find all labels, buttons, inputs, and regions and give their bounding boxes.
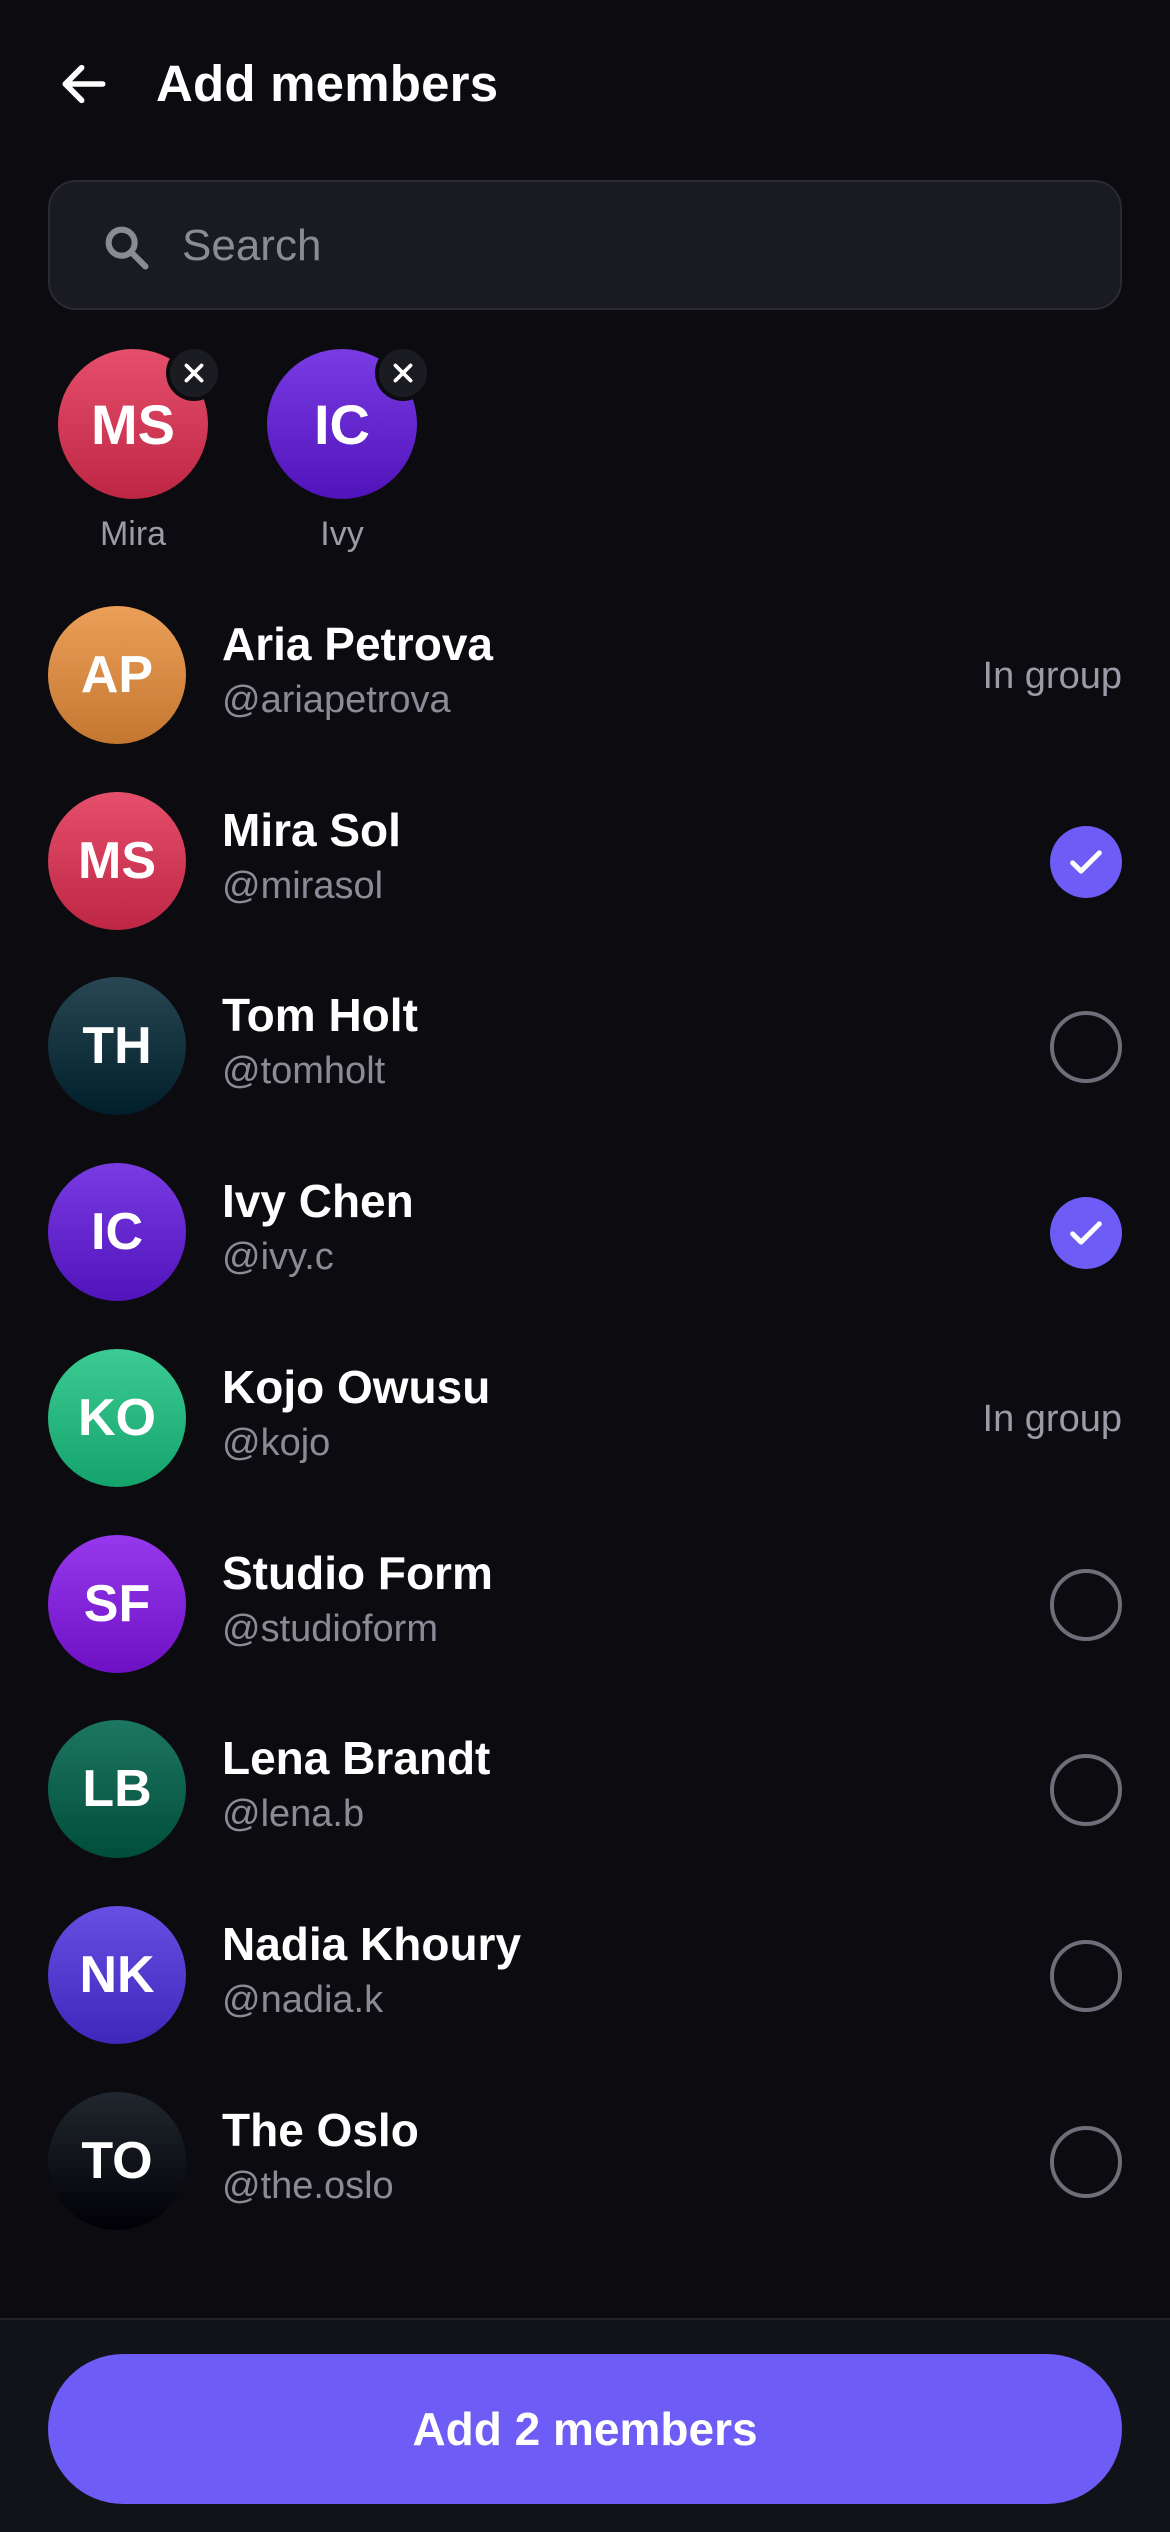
member-handle: @lena.b xyxy=(222,1793,365,1836)
remove-chip-button[interactable] xyxy=(375,345,431,401)
member-name: Mira Sol xyxy=(222,803,401,856)
avatar: KO xyxy=(48,1348,186,1487)
app-header: Add members xyxy=(0,0,1170,170)
selection-checkbox[interactable] xyxy=(1050,1011,1122,1084)
selected-chip[interactable]: IC Ivy xyxy=(257,345,431,560)
member-name: Lena Brandt xyxy=(222,1732,491,1785)
member-handle: @ariapetrova xyxy=(222,679,451,721)
member-row[interactable]: TH Tom Holt @tomholt xyxy=(0,977,1170,1163)
member-name: Studio Form xyxy=(222,1546,493,1599)
selection-checkbox[interactable] xyxy=(1050,825,1122,898)
member-name: The Oslo xyxy=(222,2103,419,2156)
member-row[interactable]: IC Ivy Chen @ivy.c xyxy=(0,1163,1170,1349)
member-row[interactable]: MS Mira Sol @mirasol xyxy=(0,791,1170,978)
member-handle: @kojo xyxy=(222,1421,331,1464)
selection-checkbox[interactable] xyxy=(1050,1197,1122,1270)
member-row[interactable]: KO Kojo Owusu @kojo In group xyxy=(0,1348,1170,1535)
member-name: Kojo Owusu xyxy=(222,1360,491,1413)
avatar: TH xyxy=(48,977,186,1116)
selection-checkbox[interactable] xyxy=(1050,2125,1122,2198)
member-handle: @tomholt xyxy=(222,1050,386,1093)
page-title: Add members xyxy=(156,55,499,112)
member-row[interactable]: AP Aria Petrova @ariapetrova In group xyxy=(0,606,1170,792)
avatar: TO xyxy=(48,2091,186,2230)
avatar: SF xyxy=(48,1534,186,1673)
avatar: IC xyxy=(48,1163,186,1302)
member-handle: @nadia.k xyxy=(222,1978,384,2021)
search-bar[interactable] xyxy=(48,180,1122,310)
close-icon xyxy=(393,363,413,383)
in-group-label: In group xyxy=(982,655,1122,697)
member-handle: @studioform xyxy=(222,1607,438,1650)
chip-name: Mira xyxy=(99,515,167,553)
back-button[interactable] xyxy=(48,48,120,120)
selected-chip[interactable]: MS Mira xyxy=(48,345,222,560)
arrow-left-icon xyxy=(62,64,106,104)
selection-checkbox[interactable] xyxy=(1050,1939,1122,2012)
add-members-button[interactable]: Add 2 members xyxy=(48,2354,1122,2504)
member-name: Ivy Chen xyxy=(222,1175,414,1228)
member-name: Nadia Khoury xyxy=(222,1917,522,1970)
in-group-label: In group xyxy=(982,1397,1122,1440)
search-icon xyxy=(105,226,149,270)
remove-chip-button[interactable] xyxy=(166,345,222,401)
avatar: LB xyxy=(48,1720,186,1859)
member-row[interactable]: TO The Oslo @the.oslo xyxy=(0,2091,1170,2278)
close-icon xyxy=(184,363,204,383)
member-row[interactable]: SF Studio Form @studioform xyxy=(0,1534,1170,1721)
search-input[interactable] xyxy=(182,204,1082,288)
member-name: Tom Holt xyxy=(222,989,418,1042)
member-name: Aria Petrova xyxy=(222,618,494,670)
selected-members: MS Mira IC Ivy xyxy=(0,345,1170,560)
member-handle: @ivy.c xyxy=(222,1236,334,1279)
member-row[interactable]: NK Nadia Khoury @nadia.k xyxy=(0,1905,1170,2092)
avatar: AP xyxy=(48,606,186,744)
avatar: NK xyxy=(48,1905,186,2044)
selection-checkbox[interactable] xyxy=(1050,1754,1122,1827)
footer-bar: Add 2 members xyxy=(0,2318,1170,2532)
chip-name: Ivy xyxy=(320,515,364,553)
checkmark-icon xyxy=(1070,1221,1102,1245)
member-handle: @mirasol xyxy=(222,864,384,907)
selection-checkbox[interactable] xyxy=(1050,1568,1122,1641)
member-handle: @the.oslo xyxy=(222,2164,394,2207)
checkmark-icon xyxy=(1070,850,1102,874)
avatar: MS xyxy=(48,791,186,930)
member-row[interactable]: LB Lena Brandt @lena.b xyxy=(0,1720,1170,1906)
